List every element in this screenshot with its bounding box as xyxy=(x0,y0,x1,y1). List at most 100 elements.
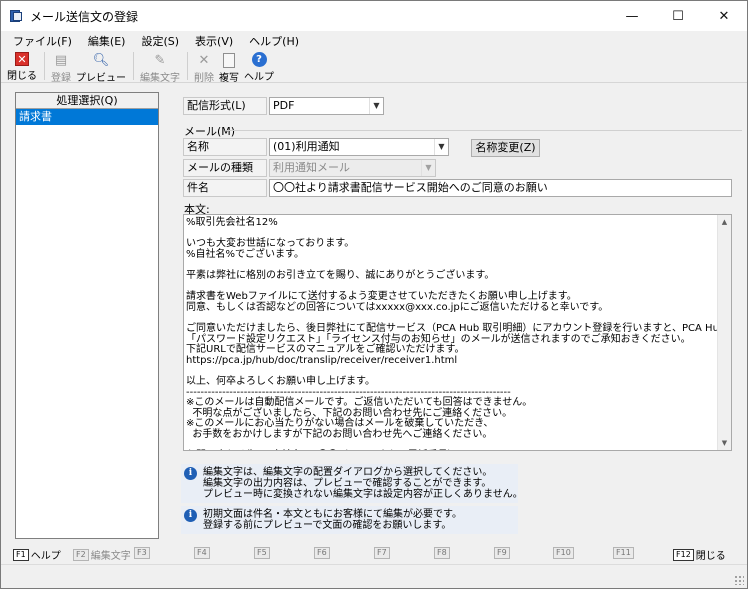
status-bar xyxy=(1,564,747,588)
rename-button[interactable]: 名称変更(Z) xyxy=(471,139,540,157)
fkey-f6-key: F6 xyxy=(314,547,330,559)
scroll-down-icon[interactable]: ▼ xyxy=(718,436,731,450)
delivery-format-value: PDF xyxy=(273,99,295,112)
fkey-f1-key: F1 xyxy=(13,548,29,561)
menu-view[interactable]: 表示(V) xyxy=(187,33,241,49)
close-button-label: 閉じる xyxy=(7,71,37,82)
mail-type-select[interactable]: 利用通知メール ▼ xyxy=(269,159,436,177)
fkey-f11[interactable]: F11 xyxy=(613,547,636,559)
window-title: メール送信文の登録 xyxy=(30,9,139,24)
fkey-f4[interactable]: F4 xyxy=(194,547,212,559)
fkey-f8[interactable]: F8 xyxy=(434,547,452,559)
fkey-f7-key: F7 xyxy=(374,547,390,559)
info-line: 編集文字の出力内容は、プレビューで確認することができます。 xyxy=(203,478,492,489)
scroll-up-icon[interactable]: ▲ xyxy=(718,215,731,229)
fkey-f7[interactable]: F7 xyxy=(374,547,392,559)
mail-type-label: メールの種類 xyxy=(183,159,267,177)
info-line: プレビュー時に変換されない編集文字は設定内容が正しくありません。 xyxy=(203,489,523,500)
toolbar: ✕ 閉じる ▤ 登録 🔍︎ プレビュー ✎ 編集文字 ✕ 削除 複写 ? ヘルプ xyxy=(1,51,747,85)
toolbar-separator xyxy=(187,52,188,80)
fkey-f2-label: 編集文字 xyxy=(90,551,131,562)
preview-icon: 🔍︎ xyxy=(92,52,110,68)
copy-icon xyxy=(220,52,238,68)
chevron-down-icon[interactable]: ▼ xyxy=(434,139,448,155)
menu-settings[interactable]: 設定(S) xyxy=(133,33,187,49)
fkey-f5[interactable]: F5 xyxy=(254,547,272,559)
process-selection-header: 処理選択(Q) xyxy=(16,93,158,109)
menu-help[interactable]: ヘルプ(H) xyxy=(241,33,307,49)
main-window: メール送信文の登録 — ☐ ✕ ファイル(F) 編集(E) 設定(S) 表示(V… xyxy=(0,0,748,589)
name-value: (01)利用通知 xyxy=(273,140,340,153)
fkey-f9-key: F9 xyxy=(494,547,510,559)
register-icon: ▤ xyxy=(54,52,68,68)
preview-button-label: プレビュー xyxy=(76,73,126,84)
info-icon: i xyxy=(184,509,197,522)
fkey-f3[interactable]: F3 xyxy=(134,547,152,559)
fkey-f2-key: F2 xyxy=(73,548,89,561)
fkey-f12-label: 閉じる xyxy=(695,551,726,562)
info-line: 登録する前にプレビューで文面の確認をお願いします。 xyxy=(203,520,452,531)
body-text[interactable]: %取引先会社名12% いつも大変お世話になっております。 %自社名%でございます… xyxy=(184,215,731,450)
edit-text-icon: ✎ xyxy=(154,52,166,68)
close-button[interactable]: ✕ 閉じる xyxy=(7,51,37,82)
delivery-format-select[interactable]: PDF ▼ xyxy=(269,97,384,115)
fkey-f12[interactable]: F12 閉じる xyxy=(673,547,726,562)
function-key-bar: F1 ヘルプ F2 編集文字 F3 F4 F5 F6 F7 F8 F9 F10 F1… xyxy=(1,544,747,564)
delete-button-label: 削除 xyxy=(194,73,214,84)
body-scrollbar[interactable]: ▲ ▼ xyxy=(717,215,731,450)
close-icon: ✕ xyxy=(15,52,29,66)
toolbar-separator xyxy=(44,52,45,80)
edit-text-button-label: 編集文字 xyxy=(140,73,180,84)
subject-label: 件名 xyxy=(183,179,267,197)
copy-button[interactable]: 複写 xyxy=(219,51,239,84)
fkey-f4-key: F4 xyxy=(194,547,210,559)
fkey-f10-key: F10 xyxy=(553,547,574,559)
resize-grip-icon[interactable] xyxy=(734,575,744,585)
fkey-f8-key: F8 xyxy=(434,547,450,559)
info-box-edit-text: i 編集文字は、編集文字の配置ダイアログから選択してください。 編集文字の出力内… xyxy=(181,464,523,503)
delete-button[interactable]: ✕ 削除 xyxy=(194,51,214,85)
copy-button-label: 複写 xyxy=(219,73,239,84)
info-line: 編集文字は、編集文字の配置ダイアログから選択してください。 xyxy=(203,467,493,478)
help-icon: ? xyxy=(251,52,267,67)
menu-bar: ファイル(F) 編集(E) 設定(S) 表示(V) ヘルプ(H) xyxy=(1,31,747,51)
fkey-f6[interactable]: F6 xyxy=(314,547,332,559)
fkey-f3-key: F3 xyxy=(134,547,150,559)
toolbar-separator xyxy=(133,52,134,80)
body-textarea[interactable]: %取引先会社名12% いつも大変お世話になっております。 %自社名%でございます… xyxy=(183,214,732,451)
fkey-f10[interactable]: F10 xyxy=(553,547,576,559)
mail-type-value: 利用通知メール xyxy=(273,161,350,174)
delete-icon: ✕ xyxy=(198,52,210,68)
fkey-f5-key: F5 xyxy=(254,547,270,559)
register-button[interactable]: ▤ 登録 xyxy=(51,51,71,85)
register-button-label: 登録 xyxy=(51,73,71,84)
list-item-invoice[interactable]: 請求書 xyxy=(16,109,158,125)
maximize-button[interactable]: ☐ xyxy=(655,1,701,31)
app-icon xyxy=(9,10,23,22)
name-select[interactable]: (01)利用通知 ▼ xyxy=(269,138,449,156)
group-divider xyxy=(225,130,742,131)
subject-input[interactable]: 〇〇社より請求書配信サービス開始へのご同意のお願い xyxy=(269,179,732,197)
process-selection-panel: 処理選択(Q) 請求書 xyxy=(15,92,159,539)
help-button-label: ヘルプ xyxy=(244,72,274,83)
menu-file[interactable]: ファイル(F) xyxy=(5,33,80,49)
minimize-button[interactable]: — xyxy=(609,1,655,31)
info-box-initial-text: i 初期文面は件名・本文ともにお客様にて編集が必要です。 登録する前にプレビュー… xyxy=(181,506,518,534)
info-icon: i xyxy=(184,467,197,480)
info-line: 初期文面は件名・本文ともにお客様にて編集が必要です。 xyxy=(203,509,462,520)
chevron-down-icon[interactable]: ▼ xyxy=(369,98,383,114)
fkey-f2[interactable]: F2 編集文字 xyxy=(73,547,131,562)
mail-group-label: メール(M) xyxy=(184,125,236,138)
fkey-f9[interactable]: F9 xyxy=(494,547,512,559)
edit-text-button[interactable]: ✎ 編集文字 xyxy=(140,51,180,85)
name-label: 名称 xyxy=(183,138,267,156)
title-bar: メール送信文の登録 — ☐ ✕ xyxy=(1,1,747,31)
fkey-f12-key: F12 xyxy=(673,548,694,561)
chevron-down-icon[interactable]: ▼ xyxy=(421,160,435,176)
menu-edit[interactable]: 編集(E) xyxy=(80,33,134,49)
preview-button[interactable]: 🔍︎ プレビュー xyxy=(76,51,126,85)
delivery-format-label: 配信形式(L) xyxy=(183,97,267,115)
fkey-f1[interactable]: F1 ヘルプ xyxy=(13,547,61,562)
help-button[interactable]: ? ヘルプ xyxy=(244,51,274,83)
close-window-button[interactable]: ✕ xyxy=(701,1,747,31)
